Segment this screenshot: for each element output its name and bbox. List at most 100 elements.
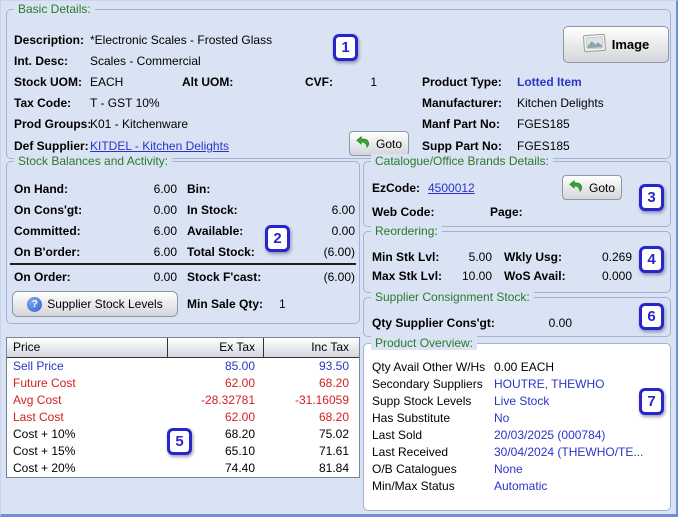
supplier-stock-levels-button[interactable]: ? Supplier Stock Levels xyxy=(12,291,178,317)
min-sale-qty-label: Min Sale Qty: xyxy=(187,297,263,311)
last-sold-label: Last Sold xyxy=(372,428,422,442)
on-consgt-label: On Cons'gt: xyxy=(14,203,82,217)
stock-balances-title: Stock Balances and Activity: xyxy=(14,154,172,168)
basic-details-title: Basic Details: xyxy=(14,2,95,16)
min-max-status-label: Min/Max Status xyxy=(372,479,455,493)
min-max-status-value: Automatic xyxy=(494,479,547,493)
committed-value: 6.00 xyxy=(102,224,177,238)
image-button-label: Image xyxy=(612,37,650,52)
price-row-inctax: -31.16059 xyxy=(263,392,357,409)
on-consgt-value: 0.00 xyxy=(102,203,177,217)
price-row-extax: 62.00 xyxy=(167,375,263,392)
goto-arrow-icon xyxy=(356,136,371,152)
price-row-inctax: 75.02 xyxy=(263,426,357,443)
stock-fcast-label: Stock F'cast: xyxy=(187,270,261,284)
int-desc-label: Int. Desc: xyxy=(14,54,68,68)
goto-button-label: Goto xyxy=(376,137,402,151)
on-border-value: 6.00 xyxy=(102,245,177,259)
inctax-column-header[interactable]: Inc Tax xyxy=(263,338,357,357)
last-sold-value: 20/03/2025 (000784) xyxy=(494,428,605,442)
qty-supplier-consgt-value: 0.00 xyxy=(510,316,572,330)
price-row-label: Cost + 15% xyxy=(7,443,167,460)
qty-avail-other-whs-value: 0.00 EACH xyxy=(494,360,554,374)
price-row-future-cost: Future Cost 62.00 68.20 xyxy=(7,375,359,392)
wos-avail-label: WoS Avail: xyxy=(504,269,566,283)
callout-3: 3 xyxy=(639,184,664,211)
web-code-label: Web Code: xyxy=(372,205,434,219)
product-type-label: Product Type: xyxy=(422,75,502,89)
basic-details-group: Basic Details: Description: *Electronic … xyxy=(6,9,671,159)
secondary-suppliers-value: HOUTRE, THEWHO xyxy=(494,377,604,391)
wkly-usg-label: Wkly Usg: xyxy=(504,250,562,264)
price-row-inctax: 93.50 xyxy=(263,358,357,375)
callout-7: 7 xyxy=(639,388,664,415)
wos-avail-value: 0.000 xyxy=(570,269,632,283)
min-sale-qty-value: 1 xyxy=(279,297,286,311)
manufacturer-value: Kitchen Delights xyxy=(517,96,604,110)
catalogue-title: Catalogue/Office Brands Details: xyxy=(371,154,553,168)
on-hand-value: 6.00 xyxy=(102,182,177,196)
price-row-inctax: 68.20 xyxy=(263,409,357,426)
price-row-avg-cost: Avg Cost -28.32781 -31.16059 xyxy=(7,392,359,409)
max-stk-lvl-value: 10.00 xyxy=(440,269,492,283)
manf-part-no-label: Manf Part No: xyxy=(422,117,500,131)
totals-separator-line xyxy=(10,263,356,265)
max-stk-lvl-label: Max Stk Lvl: xyxy=(372,269,442,283)
supp-stock-levels-value: Live Stock xyxy=(494,394,549,408)
product-enquiry-window: Basic Details: Description: *Electronic … xyxy=(0,0,678,517)
qty-avail-other-whs-label: Qty Avail Other W/Hs xyxy=(372,360,485,374)
last-received-label: Last Received xyxy=(372,445,448,459)
price-row-label: Future Cost xyxy=(7,375,167,392)
on-hand-label: On Hand: xyxy=(14,182,68,196)
total-stock-label: Total Stock: xyxy=(187,245,255,259)
ezcode-label: EzCode: xyxy=(372,181,420,195)
help-icon: ? xyxy=(27,297,42,312)
committed-label: Committed: xyxy=(14,224,81,238)
manufacturer-label: Manufacturer: xyxy=(422,96,502,110)
image-button[interactable]: Image xyxy=(563,26,669,63)
price-row-cost-plus-20: Cost + 20% 74.40 81.84 xyxy=(7,460,359,477)
in-stock-value: 6.00 xyxy=(273,203,355,217)
supp-stock-levels-label: Supp Stock Levels xyxy=(372,394,471,408)
def-supplier-goto-button[interactable]: Goto xyxy=(349,131,409,156)
stock-balances-group: Stock Balances and Activity: On Hand: 6.… xyxy=(6,161,360,324)
supplier-stock-levels-label: Supplier Stock Levels xyxy=(47,297,162,311)
stock-fcast-value: (6.00) xyxy=(273,270,355,284)
tax-code-label: Tax Code: xyxy=(14,96,71,110)
ob-catalogues-label: O/B Catalogues xyxy=(372,462,457,476)
product-type-value: Lotted Item xyxy=(517,75,582,89)
description-value: *Electronic Scales - Frosted Glass xyxy=(90,33,272,47)
on-order-label: On Order: xyxy=(14,270,71,284)
qty-supplier-consgt-label: Qty Supplier Cons'gt: xyxy=(372,316,495,330)
prod-groups-value: K01 - Kitchenware xyxy=(90,117,188,131)
secondary-suppliers-label: Secondary Suppliers xyxy=(372,377,483,391)
tax-code-value: T - GST 10% xyxy=(90,96,160,110)
has-substitute-value: No xyxy=(494,411,509,425)
stock-uom-value: EACH xyxy=(90,75,123,89)
supp-part-no-label: Supp Part No: xyxy=(422,139,502,153)
ezcode-goto-button[interactable]: Goto xyxy=(562,175,622,200)
on-border-label: On B'order: xyxy=(14,245,80,259)
consignment-title: Supplier Consignment Stock: xyxy=(371,290,534,304)
min-stk-lvl-label: Min Stk Lvl: xyxy=(372,250,439,264)
price-row-label: Last Cost xyxy=(7,409,167,426)
catalogue-group: Catalogue/Office Brands Details: EzCode:… xyxy=(363,161,671,227)
cvf-value: 1 xyxy=(327,75,377,89)
ezcode-link[interactable]: 4500012 xyxy=(428,181,475,195)
price-column-header[interactable]: Price xyxy=(7,338,167,357)
def-supplier-link[interactable]: KITDEL - Kitchen Delights xyxy=(90,139,229,153)
prod-groups-label: Prod Groups: xyxy=(14,117,91,131)
price-row-extax: 62.00 xyxy=(167,409,263,426)
callout-1: 1 xyxy=(333,34,358,61)
extax-column-header[interactable]: Ex Tax xyxy=(167,338,263,357)
goto-arrow-icon xyxy=(569,180,584,196)
reordering-group: Reordering: Min Stk Lvl: 5.00 Wkly Usg: … xyxy=(363,231,671,293)
last-received-value: 30/04/2024 (THEWHO/TE... xyxy=(494,445,643,459)
price-row-inctax: 71.61 xyxy=(263,443,357,460)
callout-5: 5 xyxy=(167,428,192,455)
product-overview-group: Product Overview: Qty Avail Other W/Hs 0… xyxy=(363,343,671,511)
price-row-inctax: 81.84 xyxy=(263,460,357,477)
price-row-extax: 74.40 xyxy=(167,460,263,477)
price-row-sell-price: Sell Price 85.00 93.50 xyxy=(7,358,359,375)
callout-2: 2 xyxy=(265,225,290,252)
